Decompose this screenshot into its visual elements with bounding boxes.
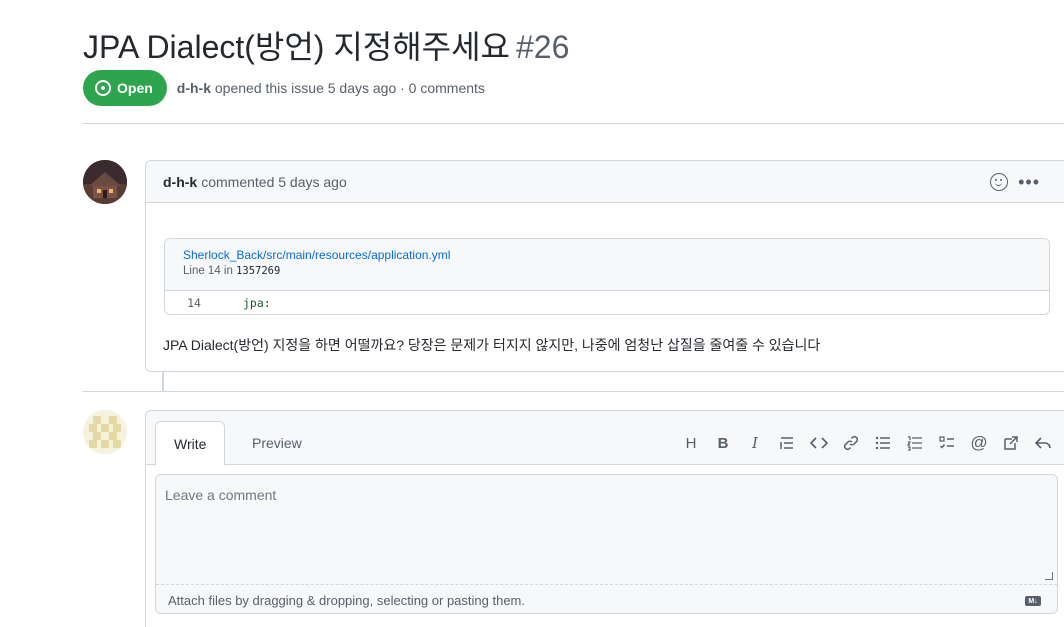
bulleted-list-icon[interactable] bbox=[874, 433, 892, 453]
comment-body: JPA Dialect(방언) 지정을 하면 어떨까요? 당장은 문제가 터지지… bbox=[163, 337, 821, 353]
status-label: Open bbox=[117, 80, 153, 96]
issue-comment: d-h-k commented 5 days ago ••• Sherlock_… bbox=[145, 160, 1064, 372]
status-badge: Open bbox=[83, 70, 167, 106]
kebab-horizontal-icon[interactable]: ••• bbox=[1018, 173, 1040, 191]
italic-icon[interactable]: I bbox=[746, 433, 764, 453]
permalink-file-link[interactable]: Sherlock_Back/src/main/resources/applica… bbox=[183, 248, 1049, 262]
markdown-toolbar: H B I @ bbox=[682, 433, 1052, 453]
tab-preview[interactable]: Preview bbox=[234, 421, 320, 465]
comment-textarea[interactable]: Leave a comment bbox=[156, 475, 1057, 584]
smiley-icon[interactable] bbox=[990, 173, 1009, 191]
code-line: 14 jpa: bbox=[165, 291, 1049, 314]
bold-icon[interactable]: B bbox=[714, 433, 732, 453]
line-code: jpa: bbox=[243, 296, 271, 310]
line-number[interactable]: 14 bbox=[165, 296, 223, 310]
permalink-subtitle: Line 14 in 1357269 bbox=[183, 265, 1049, 277]
avatar[interactable] bbox=[83, 410, 127, 454]
permalink-commit-link[interactable]: 1357269 bbox=[236, 265, 280, 277]
comment-author-link[interactable]: d-h-k bbox=[163, 174, 197, 190]
issue-number: #26 bbox=[515, 29, 570, 65]
link-icon[interactable] bbox=[842, 433, 860, 453]
attach-hint: Attach files by dragging & dropping, sel… bbox=[168, 592, 525, 608]
mention-icon[interactable]: @ bbox=[970, 433, 988, 453]
quote-icon[interactable] bbox=[778, 433, 796, 453]
issue-title-row: JPA Dialect(방언) 지정해주세요 #26 bbox=[83, 22, 569, 68]
issue-author-link[interactable]: d-h-k bbox=[177, 80, 211, 96]
tab-write[interactable]: Write bbox=[155, 421, 226, 466]
divider bbox=[83, 123, 1064, 124]
file-attachment-bar[interactable]: Attach files by dragging & dropping, sel… bbox=[156, 584, 1057, 613]
heading-icon[interactable]: H bbox=[682, 433, 700, 453]
reply-icon[interactable] bbox=[1034, 433, 1052, 453]
comment-placeholder: Leave a comment bbox=[165, 487, 277, 503]
permalink-header: Sherlock_Back/src/main/resources/applica… bbox=[165, 239, 1049, 291]
issue-opened-text: opened this issue 5 days ago · 0 comment… bbox=[214, 80, 485, 96]
cross-reference-icon[interactable] bbox=[1002, 433, 1020, 453]
timeline-connector bbox=[162, 372, 164, 391]
avatar[interactable] bbox=[83, 160, 127, 204]
issue-meta-text: d-h-k opened this issue 5 days ago · 0 c… bbox=[177, 80, 485, 96]
comment-textarea-wrap: Leave a comment Attach files by dragging… bbox=[155, 474, 1058, 614]
markdown-icon[interactable]: M↓ bbox=[1025, 596, 1041, 606]
comment-header: d-h-k commented 5 days ago ••• bbox=[146, 161, 1064, 203]
resize-handle[interactable] bbox=[1045, 572, 1053, 580]
comment-timestamp[interactable]: commented 5 days ago bbox=[201, 174, 347, 190]
editor-header: Write Preview H B I @ bbox=[146, 411, 1064, 466]
comment-editor: Write Preview H B I @ Leave a comment At… bbox=[145, 410, 1064, 627]
code-icon[interactable] bbox=[810, 433, 828, 453]
issue-meta: Open d-h-k opened this issue 5 days ago … bbox=[83, 70, 485, 106]
task-list-icon[interactable] bbox=[938, 433, 956, 453]
divider bbox=[83, 391, 1064, 392]
numbered-list-icon[interactable] bbox=[906, 433, 924, 453]
issue-title: JPA Dialect(방언) 지정해주세요 bbox=[83, 29, 510, 65]
code-permalink: Sherlock_Back/src/main/resources/applica… bbox=[164, 238, 1050, 315]
issue-opened-icon bbox=[95, 80, 111, 96]
permalink-line-label: Line 14 in bbox=[183, 265, 233, 277]
